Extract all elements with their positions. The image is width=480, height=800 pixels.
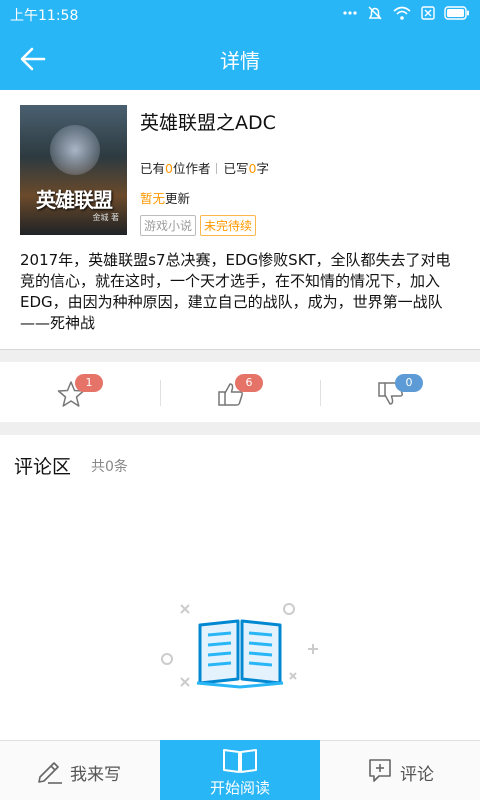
status-bar: 上午11:58: [0, 0, 480, 28]
book-tags: 游戏小说 未完待续: [140, 215, 257, 236]
battery-icon: [444, 6, 470, 24]
book-cover[interactable]: 英雄联盟 金城 著: [20, 105, 127, 235]
authors-suffix: 位作者: [172, 161, 211, 176]
comments-title: 评论区: [14, 456, 72, 478]
comment-label: 评论: [400, 765, 434, 785]
words-suffix: 字: [256, 161, 269, 176]
more-dots-icon: [342, 5, 358, 25]
update-status: 暂无更新: [140, 188, 190, 207]
book-description: 2017年，英雄联盟s7总决赛，EDG惨败SKT，全队都失去了对电竞的信心，就在…: [20, 251, 451, 332]
sim-icon: [420, 5, 436, 25]
authors-prefix: 已有: [140, 161, 166, 176]
genre-tag[interactable]: 游戏小说: [140, 215, 197, 236]
favorite-count-badge: 1: [75, 374, 103, 392]
empty-state: [155, 595, 325, 695]
pencil-icon: [38, 762, 62, 784]
section-divider: [0, 349, 480, 362]
page-title: 详情: [220, 49, 260, 73]
write-button[interactable]: 我来写: [0, 741, 160, 800]
start-reading-label: 开始阅读: [209, 779, 270, 797]
bottom-bar: 我来写 开始阅读 评论: [0, 740, 480, 800]
wifi-icon: [392, 5, 412, 25]
status-icons: [342, 4, 470, 26]
status-tag: 未完待续: [200, 215, 257, 236]
favorite-button[interactable]: 1: [0, 362, 160, 422]
book-title: 英雄联盟之ADC: [140, 112, 276, 134]
book-stats: 已有0位作者 已写0字: [140, 158, 269, 177]
alarm-off-icon: [366, 4, 384, 26]
open-book-icon: [161, 603, 318, 689]
comment-button[interactable]: 评论: [320, 741, 480, 800]
book-icon: [223, 749, 257, 773]
cover-art: [50, 125, 100, 175]
comments-section: 评论区 共0条: [0, 435, 480, 740]
update-highlight: 暂无: [140, 191, 166, 206]
action-bar: 1 6 0: [0, 362, 480, 422]
words-prefix: 已写: [223, 161, 249, 176]
book-info: 英雄联盟 金城 著 英雄联盟之ADC 已有0位作者 已写0字 暂无更新 游戏小说 …: [0, 90, 480, 348]
status-time: 上午11:58: [10, 8, 79, 24]
write-label: 我来写: [70, 765, 121, 785]
dislike-count-badge: 0: [395, 374, 423, 392]
authors-count: 0: [165, 161, 173, 176]
stats-divider: [216, 163, 218, 174]
cover-author: 金城 著: [92, 213, 119, 222]
app-bar: 详情: [0, 28, 480, 90]
start-reading-button[interactable]: 开始阅读: [160, 740, 320, 800]
comments-count: 共0条: [91, 459, 128, 475]
cover-title: 英雄联盟: [36, 188, 113, 212]
update-suffix: 更新: [165, 191, 191, 206]
like-button[interactable]: 6: [160, 362, 320, 422]
section-divider: [0, 422, 480, 435]
like-count-badge: 6: [235, 374, 263, 392]
dislike-button[interactable]: 0: [320, 362, 480, 422]
add-comment-icon: [369, 759, 391, 782]
